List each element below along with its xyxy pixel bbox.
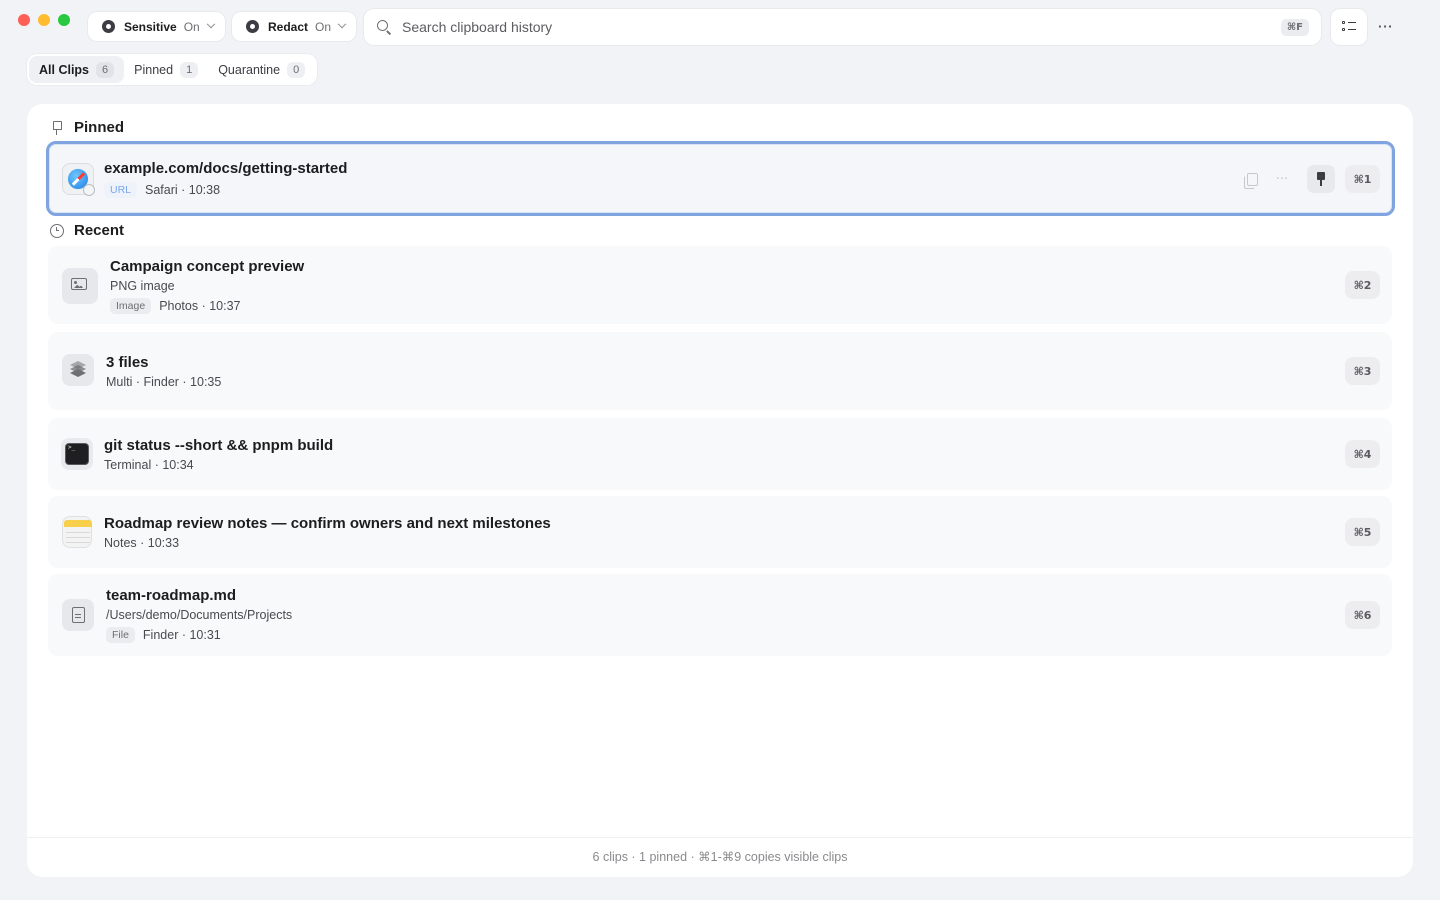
clip-title: team-roadmap.md (106, 587, 237, 604)
shortcut-badge[interactable]: ⌘2 (1345, 271, 1380, 299)
copy-button[interactable] (1237, 164, 1267, 194)
more-options-button[interactable]: ··· (1367, 9, 1403, 45)
section-title: Pinned (74, 119, 125, 136)
document-icon (62, 599, 94, 631)
clips-panel: Pinned example.com/docs/getting-started … (27, 104, 1413, 877)
clock-icon (50, 223, 64, 238)
tab-label: Pinned (134, 62, 174, 77)
image-icon (62, 268, 98, 304)
sensitive-toggle[interactable]: Sensitive On (88, 12, 225, 41)
clip-row[interactable]: Campaign concept preview PNG image Image… (48, 246, 1392, 324)
copy-icon (1243, 172, 1258, 189)
clip-meta: Multi · Finder · 10:35 (106, 375, 221, 389)
sensitive-label: Sensitive (124, 19, 177, 34)
tab-count: 1 (180, 61, 199, 78)
clip-row[interactable]: Roadmap review notes — confirm owners an… (48, 496, 1392, 568)
terminal-icon (61, 438, 93, 470)
ellipsis-icon: ··· (1275, 171, 1289, 187)
chevron-down-icon (337, 19, 347, 28)
clip-source-time: Terminal · 10:34 (104, 458, 194, 472)
zoom-window-button[interactable] (58, 14, 70, 26)
sensitive-state: On (183, 19, 200, 34)
pin-icon (1315, 172, 1327, 186)
clip-source-time: Multi · Finder · 10:35 (106, 375, 222, 389)
eye-icon (102, 20, 115, 33)
type-tag: URL (104, 182, 138, 198)
tab-pinned[interactable]: Pinned 1 (124, 56, 208, 83)
search-shortcut-badge: ⌘F (1280, 18, 1309, 36)
type-tag: File (106, 627, 135, 643)
shortcut-badge[interactable]: ⌘1 (1345, 165, 1380, 193)
shortcut-badge[interactable]: ⌘3 (1345, 357, 1380, 385)
redact-state: On (315, 19, 332, 34)
clip-meta: Notes · 10:33 (104, 536, 179, 550)
shield-icon (246, 20, 259, 33)
clip-meta: File Finder · 10:31 (106, 627, 221, 643)
footer-divider (27, 837, 1413, 838)
search-icon (376, 19, 392, 35)
clip-title: git status --short && pnpm build (104, 437, 334, 454)
tab-quarantine[interactable]: Quarantine 0 (208, 56, 315, 83)
status-footer: 6 clips · 1 pinned · ⌘1-⌘9 copies visibl… (592, 850, 848, 864)
tab-count: 6 (96, 61, 115, 78)
tab-label: All Clips (39, 62, 90, 77)
shortcut-badge[interactable]: ⌘5 (1345, 518, 1380, 546)
clip-row[interactable]: team-roadmap.md /Users/demo/Documents/Pr… (48, 574, 1392, 656)
clip-meta: Terminal · 10:34 (104, 458, 194, 472)
clip-row[interactable]: 3 files Multi · Finder · 10:35 ⌘3 (48, 332, 1392, 410)
clip-source-time: Notes · 10:33 (104, 536, 180, 550)
checklist-icon (1342, 21, 1356, 33)
tab-all-clips[interactable]: All Clips 6 (29, 56, 125, 83)
window-controls (18, 14, 70, 26)
search-bar[interactable]: ⌘F (364, 9, 1321, 45)
row-actions: ··· ⌘1 (1237, 164, 1380, 194)
clip-source-time: Finder · 10:31 (142, 628, 221, 642)
shortcut-badge[interactable]: ⌘6 (1345, 601, 1380, 629)
redact-label: Redact (268, 19, 309, 34)
clip-source-time: Safari · 10:38 (145, 183, 221, 197)
clip-meta: URL Safari · 10:38 (104, 182, 220, 198)
clip-subtitle: PNG image (110, 279, 175, 293)
ellipsis-icon: ··· (1377, 17, 1393, 36)
redact-toggle[interactable]: Redact On (232, 12, 356, 41)
tab-count: 0 (287, 61, 306, 78)
minimize-window-button[interactable] (38, 14, 50, 26)
unpin-button[interactable] (1307, 165, 1335, 193)
search-input[interactable] (402, 19, 1281, 35)
recent-section-header: Recent (50, 222, 124, 239)
clip-row[interactable]: git status --short && pnpm build Termina… (48, 418, 1392, 490)
close-window-button[interactable] (18, 14, 30, 26)
clip-title: example.com/docs/getting-started (104, 160, 348, 177)
more-button[interactable]: ··· (1267, 164, 1297, 194)
safari-icon (62, 163, 95, 196)
section-title: Recent (74, 222, 125, 239)
tab-label: Quarantine (218, 62, 281, 77)
link-icon (83, 184, 95, 196)
filter-tabs: All Clips 6 Pinned 1 Quarantine 0 (27, 54, 318, 85)
clip-title: Roadmap review notes — confirm owners an… (104, 515, 551, 532)
type-tag: Image (110, 298, 152, 314)
view-options-button[interactable] (1331, 9, 1367, 45)
clip-source-time: Photos · 10:37 (159, 299, 241, 313)
stack-icon (62, 354, 94, 386)
pinned-section-header: Pinned (50, 119, 124, 136)
pin-icon (50, 120, 64, 135)
clip-subtitle: /Users/demo/Documents/Projects (106, 608, 293, 622)
clip-meta: Image Photos · 10:37 (110, 298, 241, 314)
chevron-down-icon (206, 19, 215, 28)
clip-title: Campaign concept preview (110, 258, 305, 275)
clip-row-pinned[interactable]: example.com/docs/getting-started URL Saf… (46, 141, 1395, 216)
shortcut-badge[interactable]: ⌘4 (1345, 440, 1380, 468)
clip-title: 3 files (106, 354, 149, 371)
notes-icon (62, 516, 92, 548)
